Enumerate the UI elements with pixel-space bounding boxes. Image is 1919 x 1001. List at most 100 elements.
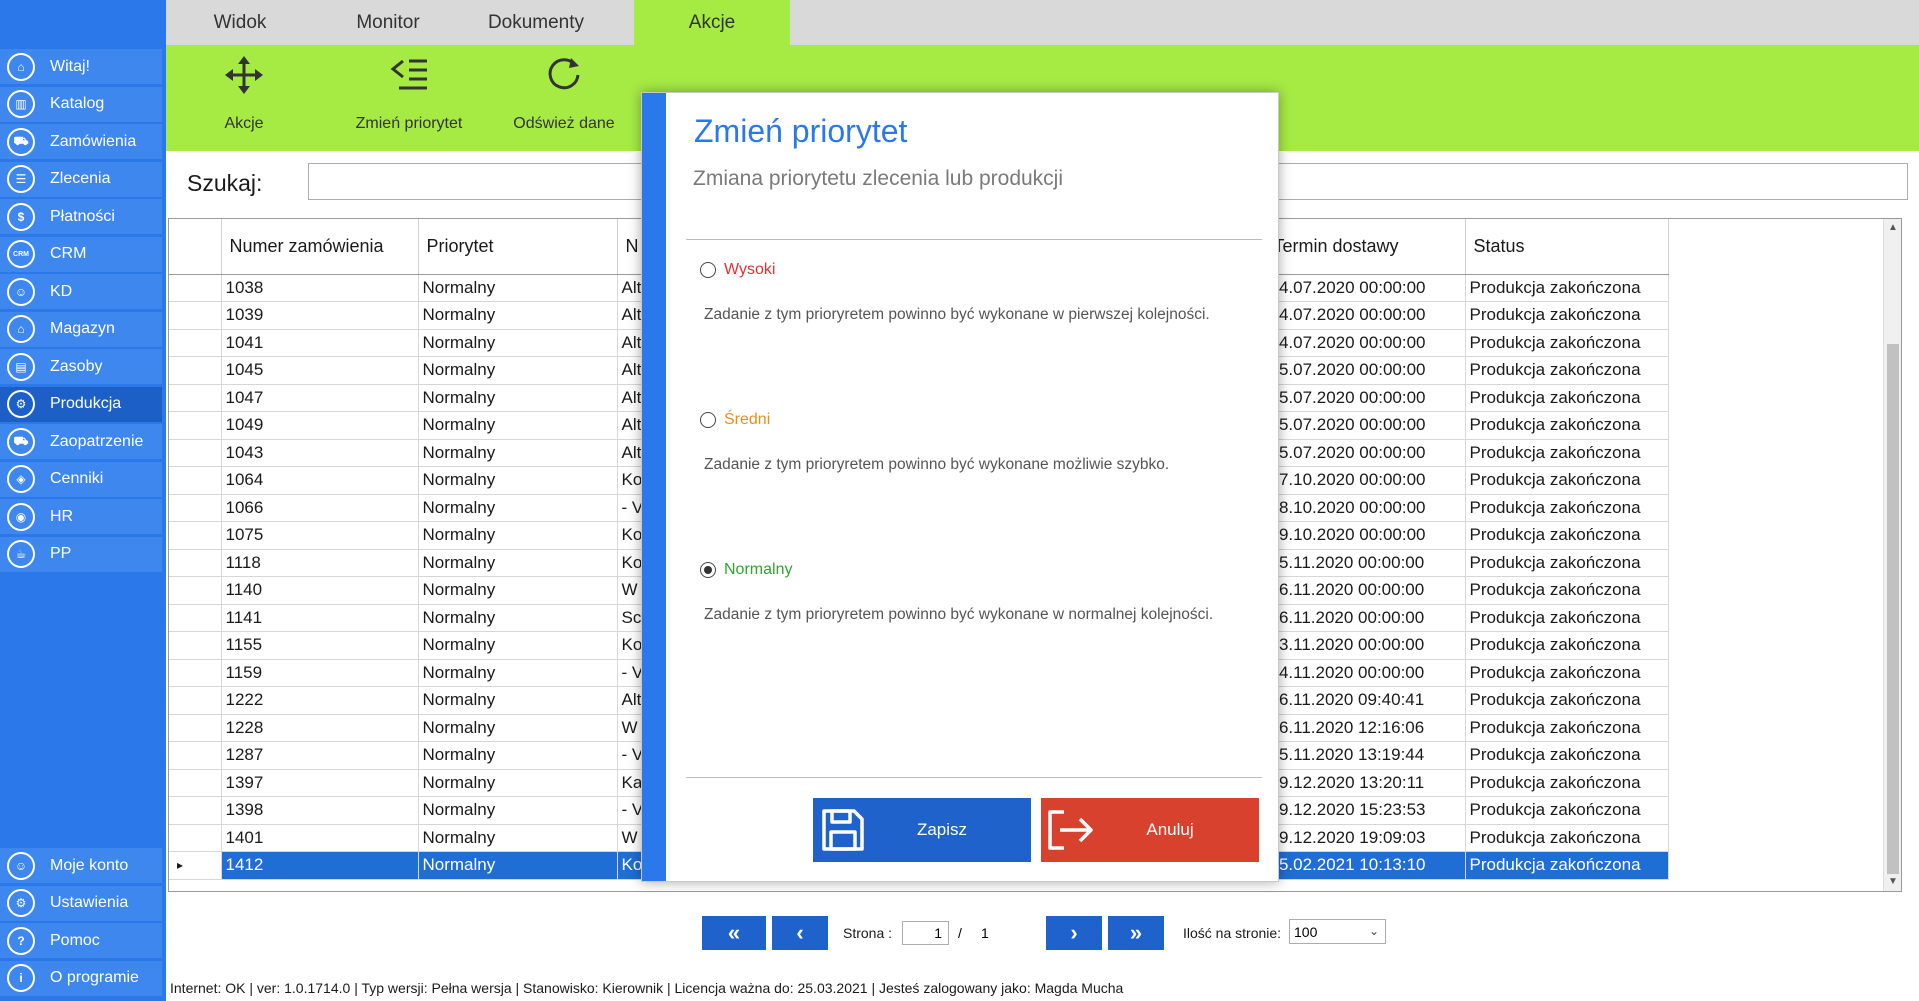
sidebar-item-pp[interactable]: ☕ PP: [0, 536, 162, 572]
tab-akcje[interactable]: Akcje: [634, 0, 790, 45]
table-cell: Normalny: [417, 548, 618, 577]
prev-page-button[interactable]: ‹: [772, 916, 828, 950]
sidebar-item-label: Zaopatrzenie: [50, 432, 144, 450]
sidebar-item-label: O programie: [50, 969, 139, 986]
box-icon: ▤: [7, 352, 35, 381]
table-cell: Normalny: [417, 741, 618, 770]
table-cell: Normalny: [417, 631, 618, 660]
table-cell: Normalny: [417, 411, 618, 440]
table-cell: 1049: [220, 411, 419, 440]
table-cell: 26.11.2020 12:16:06: [1264, 713, 1466, 742]
row-header: [169, 603, 222, 632]
priority-option-medium[interactable]: Średni: [700, 411, 770, 429]
save-button[interactable]: Zapisz: [813, 798, 1031, 862]
sidebar-item-label: PP: [50, 545, 72, 562]
first-page-button[interactable]: «: [702, 916, 766, 950]
table-cell: Produkcja zakończona: [1464, 768, 1669, 797]
book-icon: ▥: [7, 90, 35, 118]
table-cell: 1228: [220, 713, 419, 742]
table-cell: 1118: [220, 548, 419, 577]
sidebar-item-moje-konto[interactable]: ☺ Moje konto: [0, 848, 162, 883]
scroll-down-icon[interactable]: ▼: [1884, 873, 1901, 891]
next-page-button[interactable]: ›: [1046, 916, 1102, 950]
sidebar-item-ustawienia[interactable]: ⚙ Ustawienia: [0, 885, 162, 921]
sidebar-item-witaj-[interactable]: ⌂ Witaj!: [0, 49, 162, 84]
column-header[interactable]: Status: [1465, 219, 1669, 275]
table-cell: 1047: [220, 383, 419, 412]
dialog-accent-bar: [642, 93, 666, 881]
dialog-title: Zmień priorytet: [694, 113, 908, 149]
table-cell: Normalny: [417, 713, 618, 742]
sidebar-item-label: HR: [50, 507, 74, 525]
radio-normal[interactable]: [700, 562, 716, 578]
warehouse-icon: ⌂: [7, 315, 35, 343]
save-label: Zapisz: [916, 820, 968, 839]
scrollbar-thumb[interactable]: [1887, 344, 1899, 874]
cancel-button[interactable]: Anuluj: [1041, 798, 1259, 862]
chevron-down-icon: ⌄: [1368, 924, 1379, 938]
row-header: [169, 383, 222, 412]
table-cell: Produkcja zakończona: [1464, 741, 1669, 770]
last-page-button[interactable]: »: [1108, 916, 1164, 950]
row-header: [169, 631, 222, 660]
column-header[interactable]: Priorytet: [418, 219, 618, 275]
radio-medium[interactable]: [700, 412, 716, 428]
row-header: [169, 273, 222, 302]
column-header[interactable]: Termin dostawy: [1265, 219, 1466, 275]
sidebar-item-hr[interactable]: ◉ HR: [0, 499, 162, 534]
tab-monitor[interactable]: Monitor: [314, 0, 462, 45]
sidebar-item-crm[interactable]: CRM CRM: [0, 236, 162, 272]
sidebar-item-katalog[interactable]: ▥ Katalog: [0, 86, 162, 122]
table-cell: Produkcja zakończona: [1464, 301, 1669, 330]
option-label-high: Wysoki: [724, 261, 776, 278]
table-cell: 28.10.2020 00:00:00: [1264, 493, 1466, 522]
scroll-up-icon[interactable]: ▲: [1884, 219, 1901, 237]
actions-button[interactable]: Akcje: [194, 45, 294, 151]
refresh-button[interactable]: Odśwież dane: [494, 45, 634, 151]
radio-high[interactable]: [700, 262, 716, 278]
table-cell: 09.12.2020 19:09:03: [1264, 823, 1466, 852]
page-input[interactable]: [902, 921, 949, 945]
priority-option-high[interactable]: Wysoki: [700, 261, 775, 279]
gear-icon: ⚙: [7, 889, 35, 917]
table-cell: 1159: [220, 658, 419, 687]
tab-dokumenty[interactable]: Dokumenty: [462, 0, 610, 45]
sidebar-item-cenniki[interactable]: ◈ Cenniki: [0, 461, 162, 497]
table-cell: 25.07.2020 00:00:00: [1264, 383, 1466, 412]
table-cell: Normalny: [417, 686, 618, 715]
table-cell: Normalny: [417, 603, 618, 632]
table-cell: 1401: [220, 823, 419, 852]
table-cell: 1155: [220, 631, 419, 660]
sidebar-item-kd[interactable]: ☺ KD: [0, 274, 162, 309]
vertical-scrollbar[interactable]: ▲ ▼: [1883, 219, 1901, 891]
table-cell: Produkcja zakończona: [1464, 411, 1669, 440]
table-cell: Produkcja zakończona: [1464, 603, 1669, 632]
sidebar-item-zamówienia[interactable]: ⛟ Zamówienia: [0, 124, 162, 159]
sidebar-item-zaopatrzenie[interactable]: ⛟ Zaopatrzenie: [0, 424, 162, 459]
sidebar-item-magazyn[interactable]: ⌂ Magazyn: [0, 311, 162, 347]
priority-list-icon: [387, 53, 431, 97]
row-header: [169, 548, 222, 577]
tab-widok[interactable]: Widok: [166, 0, 314, 45]
column-header[interactable]: Numer zamówienia: [221, 219, 419, 275]
table-cell: 06.11.2020 00:00:00: [1264, 603, 1466, 632]
row-header: [169, 796, 222, 825]
table-cell: 09.12.2020 15:23:53: [1264, 796, 1466, 825]
row-header: [169, 438, 222, 467]
sidebar-item-o-programie[interactable]: i O programie: [0, 960, 162, 996]
table-cell: Produkcja zakończona: [1464, 658, 1669, 687]
sidebar-item-label: Magazyn: [50, 320, 115, 337]
sidebar-item-zlecenia[interactable]: ☰ Zlecenia: [0, 161, 162, 197]
sidebar-item-zasoby[interactable]: ▤ Zasoby: [0, 349, 162, 384]
sidebar-item-produkcja[interactable]: ⚙ Produkcja: [0, 386, 162, 422]
priority-option-normal[interactable]: Normalny: [700, 561, 792, 579]
table-cell: Normalny: [417, 823, 618, 852]
sidebar-item-płatności[interactable]: $ Płatności: [0, 199, 162, 234]
sidebar-item-pomoc[interactable]: ? Pomoc: [0, 923, 162, 958]
table-cell: Normalny: [417, 521, 618, 550]
per-page-select[interactable]: 100 ⌄: [1289, 919, 1386, 944]
row-header: ▸: [169, 851, 222, 880]
table-cell: 1397: [220, 768, 419, 797]
sidebar-item-label: Witaj!: [50, 57, 90, 75]
change-priority-button[interactable]: Zmień priorytet: [334, 45, 484, 151]
